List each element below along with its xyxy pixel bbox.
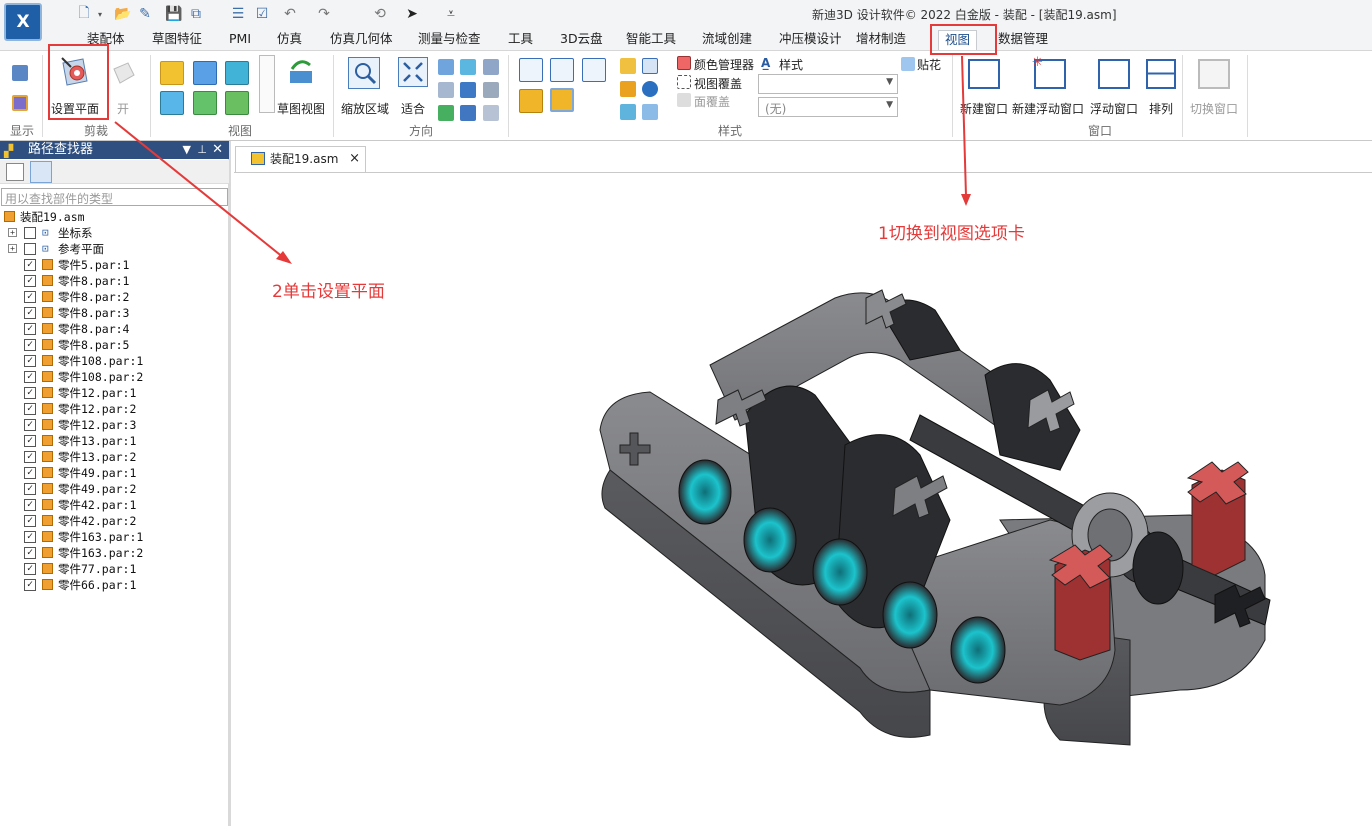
annotation-step2: 2单击设置平面 (272, 282, 385, 302)
annotation-arrows (114, 55, 971, 264)
annotation-step1: 1切换到视图选项卡 (878, 224, 1025, 244)
arrow-line (114, 121, 285, 259)
logo-text: X (16, 12, 30, 32)
arrow-line (961, 55, 967, 197)
app-logo[interactable]: X (4, 3, 42, 41)
arrow-head (961, 194, 971, 206)
